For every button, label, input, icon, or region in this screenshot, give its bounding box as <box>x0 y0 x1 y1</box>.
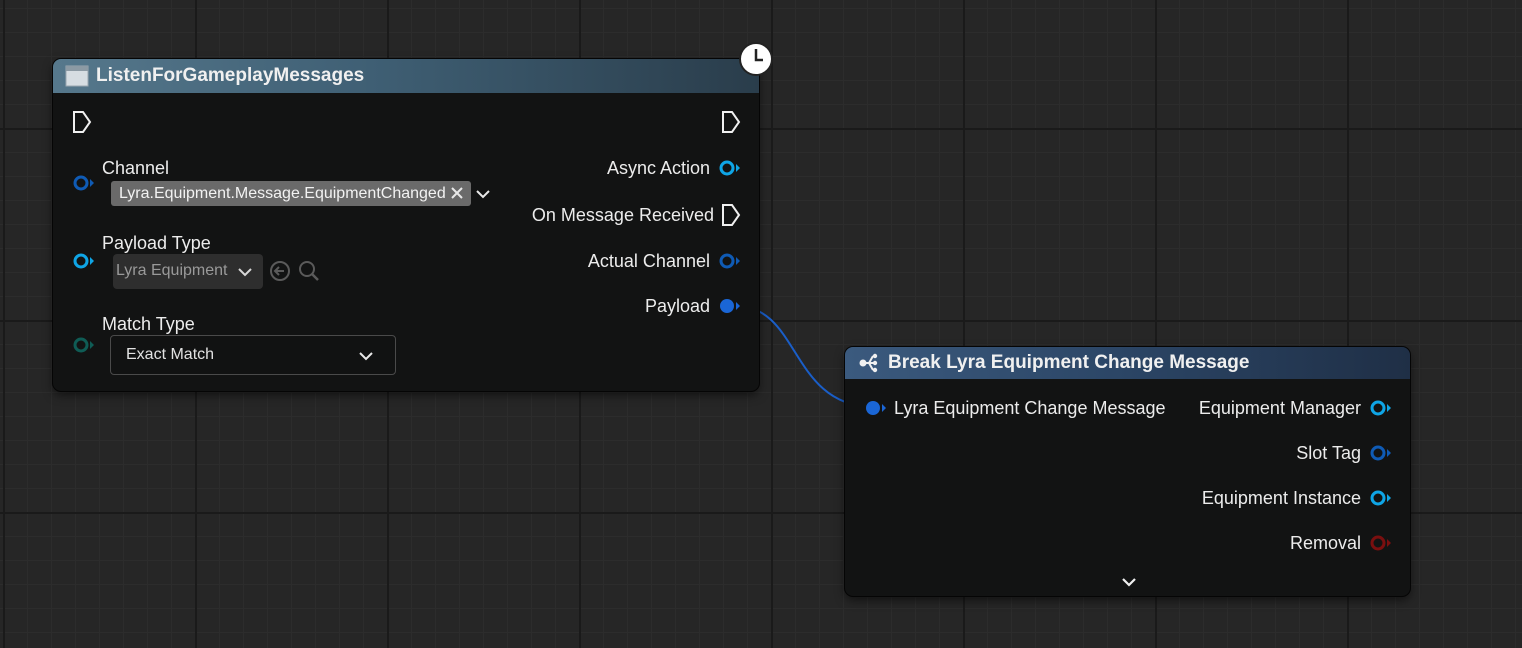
exec-in-pin[interactable] <box>71 110 93 134</box>
actual-channel-pin[interactable] <box>717 253 743 269</box>
channel-tag-field[interactable]: Lyra.Equipment.Message.EquipmentChanged <box>111 181 471 206</box>
on-message-received-label: On Message Received <box>531 205 714 225</box>
struct-input-label: Lyra Equipment Change Message <box>894 398 1166 418</box>
break-lyra-equipment-change-message-node[interactable]: Break Lyra Equipment Change Message <box>845 347 1410 596</box>
channel-dropdown-chevron-icon[interactable] <box>475 187 491 201</box>
payload-pin[interactable] <box>717 298 743 314</box>
match-type-chevron-icon <box>359 352 373 361</box>
break-struct-icon <box>859 353 878 373</box>
channel-pin[interactable] <box>71 175 97 191</box>
payload-type-label: Payload Type <box>102 233 211 253</box>
node-header[interactable]: Break Lyra Equipment Change Message <box>845 347 1410 379</box>
use-selected-asset-icon[interactable] <box>269 260 291 282</box>
removal-pin[interactable] <box>1368 535 1394 551</box>
slot-tag-pin[interactable] <box>1368 445 1394 461</box>
on-message-received-exec-pin[interactable] <box>720 203 742 227</box>
payload-type-value: Lyra Equipment <box>116 262 228 279</box>
equipment-instance-label: Equipment Instance <box>1201 488 1361 508</box>
async-action-pin[interactable] <box>717 160 743 176</box>
match-type-dropdown[interactable]: Exact Match <box>110 335 396 375</box>
browse-asset-search-icon[interactable] <box>297 259 321 283</box>
struct-input-pin[interactable] <box>863 400 889 416</box>
actual-channel-label: Actual Channel <box>587 251 710 271</box>
exec-out-pin[interactable] <box>720 110 742 134</box>
expand-pins-chevron-icon[interactable] <box>1121 575 1137 589</box>
payload-type-pin[interactable] <box>71 253 97 269</box>
match-type-value: Exact Match <box>126 346 215 363</box>
equipment-instance-pin[interactable] <box>1368 490 1394 506</box>
channel-label: Channel <box>102 158 170 178</box>
match-type-pin[interactable] <box>71 337 97 353</box>
payload-label: Payload <box>644 296 710 316</box>
slot-tag-label: Slot Tag <box>1296 443 1361 463</box>
match-type-label: Match Type <box>102 314 195 334</box>
node-header[interactable]: ListenForGameplayMessages <box>53 59 759 93</box>
clear-tag-icon[interactable] <box>449 185 465 201</box>
payload-type-dropdown[interactable]: Lyra Equipment <box>113 254 263 289</box>
equipment-manager-label: Equipment Manager <box>1198 398 1361 418</box>
node-title: ListenForGameplayMessages <box>96 65 365 86</box>
node-title: Break Lyra Equipment Change Message <box>888 352 1250 373</box>
channel-tag-value: Lyra.Equipment.Message.EquipmentChanged <box>119 184 446 202</box>
async-action-label: Async Action <box>606 158 710 178</box>
function-icon <box>65 65 89 87</box>
removal-label: Removal <box>1289 533 1361 553</box>
equipment-manager-pin[interactable] <box>1368 400 1394 416</box>
payload-type-chevron-icon <box>238 268 252 277</box>
clock-icon <box>739 42 773 76</box>
